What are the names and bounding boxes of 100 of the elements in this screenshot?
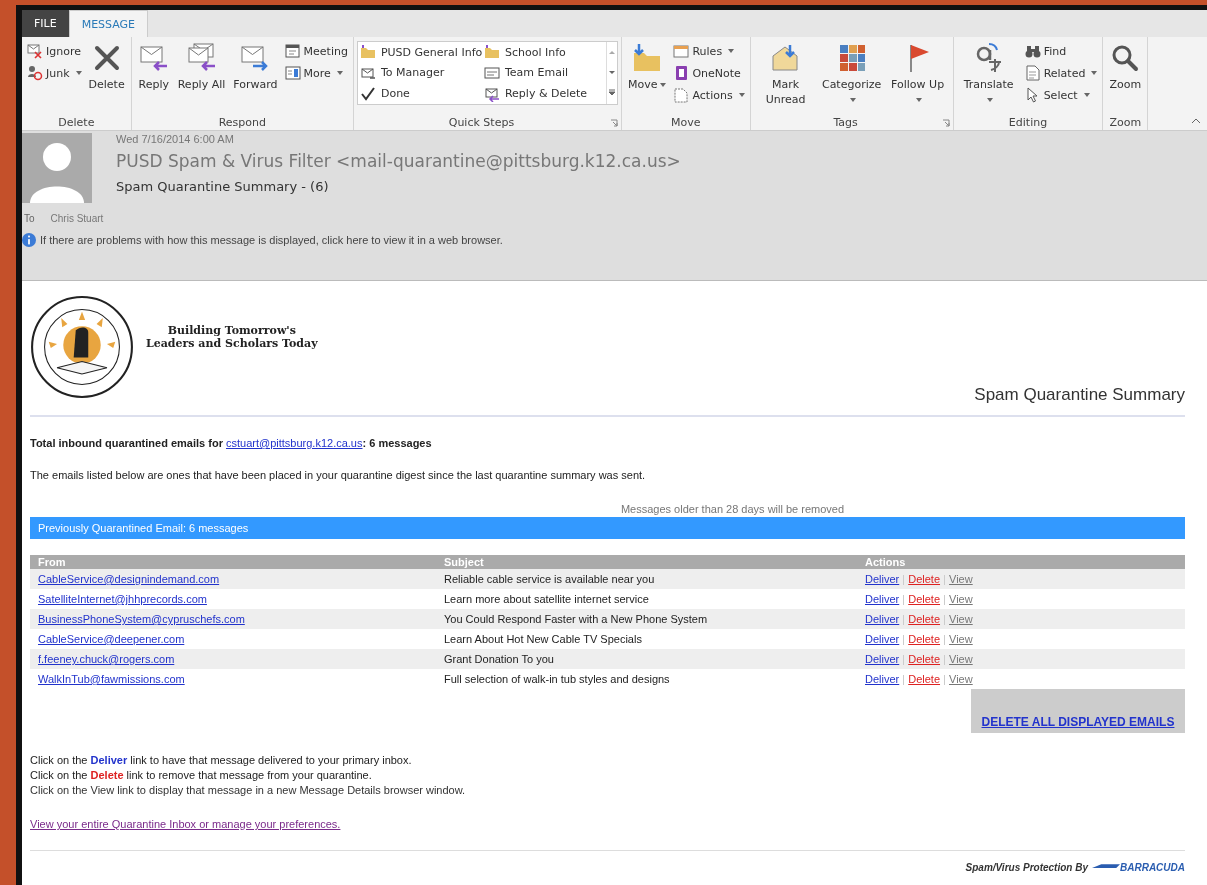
caret-icon	[728, 49, 735, 53]
subject-text: Grant Donation To you	[444, 653, 554, 665]
quick-step[interactable]: Team Email	[481, 62, 606, 84]
ribbon-button[interactable]: Ignore	[25, 40, 84, 62]
sender-link[interactable]: SatelliteInternet@jhhprecords.com	[38, 593, 207, 605]
action-link[interactable]: View	[949, 572, 973, 585]
ribbon-button[interactable]: Select	[1022, 84, 1100, 106]
ribbon-button[interactable]: Rules	[671, 40, 747, 62]
ribbon-tab[interactable]: FILE	[22, 10, 69, 37]
quick-step[interactable]: Done	[357, 83, 482, 104]
quick-step[interactable]: Reply & Delete	[481, 83, 606, 104]
sender-link[interactable]: WalkInTub@fawmissions.com	[38, 673, 185, 685]
launcher-icon[interactable]	[941, 119, 950, 127]
ribbon-button[interactable]: Reply	[134, 40, 173, 94]
caret-icon	[1091, 71, 1098, 75]
action-link[interactable]: Deliver	[865, 652, 900, 665]
ribbon-button[interactable]: Zoom	[1106, 40, 1145, 94]
rules-icon	[673, 43, 690, 59]
action-link[interactable]: View	[949, 652, 973, 665]
protection-text: Spam/Virus Protection By	[965, 861, 1088, 873]
ribbon-button[interactable]: Categorize	[819, 40, 884, 109]
description-text: The emails listed below are ones that have been placed in your quarantine digest since the last quarantine summary was sent.	[30, 469, 647, 481]
recipient-name[interactable]: Chris Stuart	[50, 213, 104, 224]
sender-link[interactable]: CableService@deepener.com	[38, 633, 185, 645]
ribbon-button[interactable]: Related	[1022, 62, 1100, 84]
subject-text: Full selection of walk-in tub styles and designs	[444, 673, 670, 685]
group-label: Move	[671, 115, 701, 129]
more-icon	[284, 65, 301, 81]
delete-all-button[interactable]: DELETE ALL DISPLAYED EMAILS	[971, 689, 1185, 733]
summary-title: Spam Quarantine Summary	[973, 385, 1185, 405]
group-label: Tags	[833, 115, 858, 129]
caret-icon	[336, 71, 343, 75]
action-link[interactable]: Deliver	[865, 632, 900, 645]
quick-step[interactable]: To Manager	[357, 62, 482, 84]
instruction-text: Click on the Deliver link to have that message delivered to your primary inbox.	[30, 753, 413, 768]
folder-icon	[483, 44, 500, 61]
quick-step[interactable]: PUSD General Info	[357, 42, 482, 63]
ribbon-button[interactable]: Actions	[671, 84, 747, 106]
envelope-icon	[27, 43, 43, 59]
action-link[interactable]: Delete	[908, 612, 941, 625]
launcher-icon[interactable]	[609, 119, 618, 127]
avatar-icon	[22, 133, 92, 203]
ribbon-tab[interactable]: MESSAGE	[68, 10, 149, 37]
document-icon	[1024, 65, 1041, 81]
action-link[interactable]: View	[949, 612, 973, 625]
caret-icon	[850, 98, 857, 102]
action-link[interactable]: View	[949, 672, 973, 685]
column-header: From	[30, 555, 436, 569]
message-date: Wed 7/16/2014 6:00 AM	[116, 133, 235, 145]
action-link[interactable]: Delete	[908, 672, 941, 685]
action-link[interactable]: Deliver	[865, 572, 900, 585]
notebook-icon	[673, 65, 690, 81]
document-icon	[673, 87, 690, 103]
ribbon-button[interactable]: Mark Unread	[753, 40, 818, 109]
notice-text: Messages older than 28 days will be removed	[619, 503, 846, 515]
ribbon-button[interactable]: Reply All	[174, 40, 229, 94]
action-link[interactable]: Delete	[908, 632, 941, 645]
group-label: Zoom	[1109, 115, 1142, 129]
to-label: To	[24, 213, 35, 224]
group-label: Delete	[58, 115, 95, 129]
action-link[interactable]: Delete	[908, 652, 941, 665]
caret-icon	[1083, 93, 1090, 97]
message-subject: Spam Quarantine Summary - (6)	[116, 179, 330, 194]
ribbon-button[interactable]: Meeting	[282, 40, 350, 62]
action-link[interactable]: Deliver	[865, 672, 900, 685]
subject-text: Learn About Hot New Cable TV Specials	[444, 633, 642, 645]
caret-icon	[660, 83, 667, 87]
ribbon-button[interactable]: Translate	[956, 40, 1021, 109]
info-bar-text[interactable]: If there are problems with how this message is displayed, click here to view it in a web browser.	[40, 234, 503, 246]
vendor-logo: BARRACUDA	[1092, 861, 1185, 873]
binoculars-icon	[1024, 43, 1041, 59]
ribbon-button[interactable]: Forward	[230, 40, 281, 94]
person-icon	[27, 65, 43, 81]
group-label: Editing	[1008, 115, 1048, 129]
action-link[interactable]: View	[949, 632, 973, 645]
ribbon-button[interactable]: More	[282, 62, 350, 84]
action-link[interactable]: Delete	[908, 572, 941, 585]
caret-icon	[738, 93, 745, 97]
column-header: Actions	[857, 555, 1185, 569]
ribbon-button[interactable]: Delete	[85, 40, 128, 94]
ribbon-button[interactable]: Follow Up	[885, 40, 950, 109]
sender-name: PUSD Spam & Virus Filter <mail-quarantine@pittsburg.k12.ca.us>	[116, 151, 681, 171]
action-link[interactable]: Delete	[908, 592, 941, 605]
group-label: Respond	[218, 115, 266, 129]
action-link[interactable]: Deliver	[865, 612, 900, 625]
subject-text: Reliable cable service is available near you	[444, 573, 655, 585]
caret-icon	[987, 98, 994, 102]
ribbon-button[interactable]: OneNote	[671, 62, 747, 84]
quick-step[interactable]: School Info	[481, 42, 606, 63]
ribbon-button[interactable]: Move	[624, 40, 670, 94]
action-link[interactable]: Deliver	[865, 592, 900, 605]
instruction-text: Click on the Delete link to remove that message from your quarantine.	[30, 768, 373, 783]
action-link[interactable]: View	[949, 592, 973, 605]
ribbon-button[interactable]: Junk	[25, 62, 84, 84]
collapse-icon[interactable]	[1191, 118, 1201, 124]
check-icon	[359, 85, 376, 102]
manage-link[interactable]: View your entire Quarantine Inbox or manage your preferences.	[30, 818, 341, 830]
email-link[interactable]: cstuart@pittsburg.k12.ca.us	[226, 437, 363, 449]
calendar-icon	[284, 43, 301, 59]
ribbon-button[interactable]: Find	[1022, 40, 1100, 62]
